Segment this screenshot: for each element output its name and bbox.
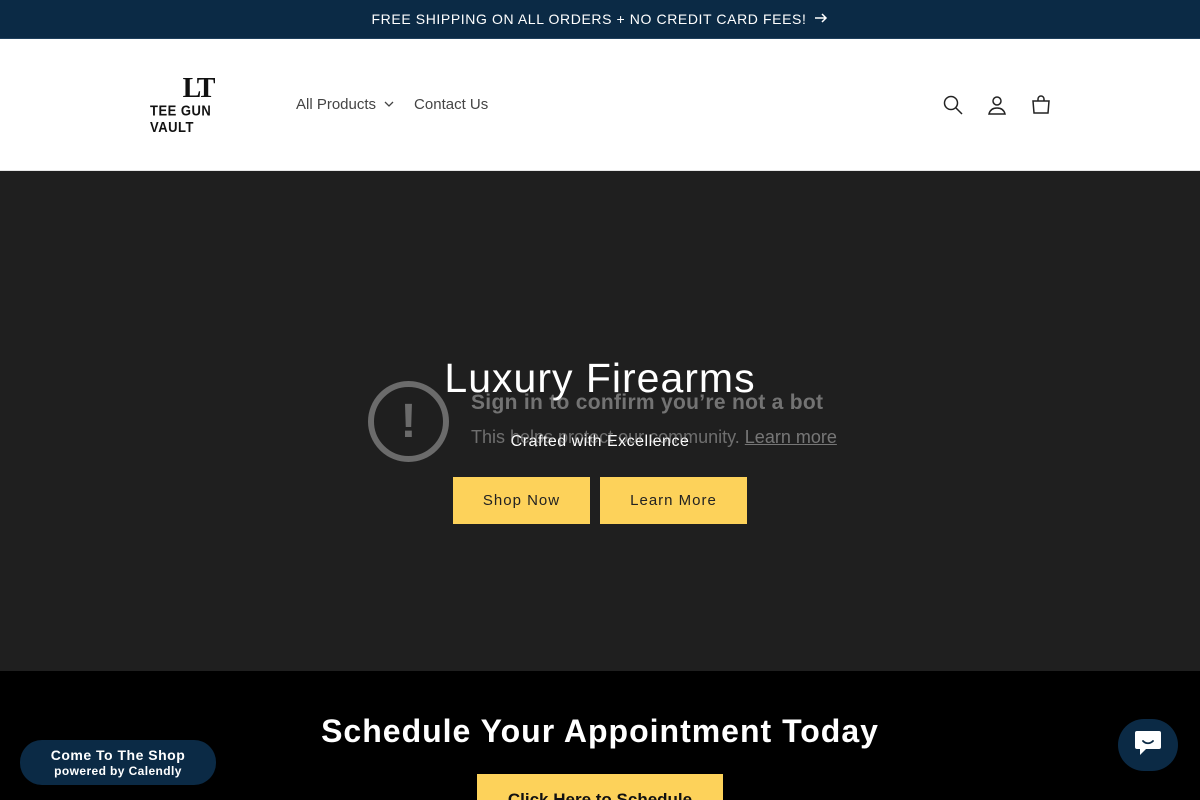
calendly-title: Come To The Shop [50,747,186,763]
calendly-powered-by: powered by Calendly [54,764,182,778]
nav-item-contact-us[interactable]: Contact Us [404,86,498,123]
header-icons [940,39,1054,170]
shop-now-button[interactable]: Shop Now [453,477,590,524]
nav-item-all-products[interactable]: All Products [286,86,404,123]
logo-text: TEE GUN VAULT [150,102,212,135]
chevron-down-icon [384,99,394,110]
account-icon[interactable] [984,92,1010,118]
hero-title: Luxury Firearms [444,355,756,401]
main-nav: All Products Contact Us [286,86,498,123]
nav-item-label: All Products [296,96,377,113]
site-header: LT TEE GUN VAULT All Products Contact Us [0,39,1200,171]
search-icon[interactable] [940,92,966,118]
nav-item-label: Contact Us [414,96,489,113]
announcement-bar[interactable]: FREE SHIPPING ON ALL ORDERS + NO CREDIT … [0,0,1200,39]
hero-banner: Luxury Firearms Crafted with Excellence … [0,171,1200,671]
calendly-badge[interactable]: Come To The Shop powered by Calendly [20,740,216,785]
logo-mark: LT [182,72,216,104]
announcement-text: FREE SHIPPING ON ALL ORDERS + NO CREDIT … [371,11,807,27]
chat-button[interactable] [1118,719,1178,771]
arrow-right-icon [814,11,828,28]
schedule-button[interactable]: Click Here to Schedule [477,774,723,800]
site-logo[interactable]: LT TEE GUN VAULT [150,72,246,135]
hero-buttons: Shop Now Learn More [0,477,1200,524]
chat-bubble-icon [1133,729,1163,762]
hero-subtitle: Crafted with Excellence [510,433,690,450]
learn-more-button[interactable]: Learn More [600,477,747,524]
cart-icon[interactable] [1028,92,1054,118]
